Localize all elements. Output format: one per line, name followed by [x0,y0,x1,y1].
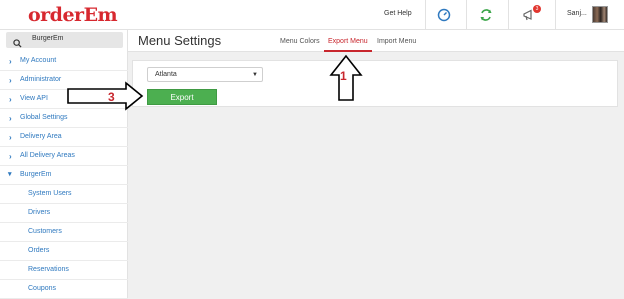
chevron-down-icon: ▼ [252,72,258,78]
search-icon [13,35,22,53]
sidebar-subitem-label: Reservations [28,266,69,273]
sidebar-item-label: Global Settings [20,114,68,121]
sidebar-item-label: View API [20,95,48,102]
sidebar-item-my-account[interactable]: › My Account [0,52,128,71]
avatar[interactable] [592,6,608,23]
header-divider [425,0,426,30]
sidebar-item-global-settings[interactable]: › Global Settings [0,109,128,128]
active-tab-indicator [324,50,372,52]
sidebar-item-view-api[interactable]: › View API [0,90,128,109]
sidebar-subitem-label: Customers [28,228,62,235]
export-button[interactable]: Export [147,89,217,105]
tab-export-menu[interactable]: Export Menu [328,38,368,45]
header-divider [555,0,556,30]
sidebar: BurgerEm › My Account › Administrator › … [0,30,128,299]
header-divider [508,0,509,30]
main-content: Menu Settings Menu Colors Export Menu Im… [128,30,624,299]
top-header: orderEm Get Help 3 Sanj... [0,0,624,30]
chevron-down-icon: ▾ [8,171,12,178]
sidebar-subitem-label: Coupons [28,285,57,292]
refresh-icon[interactable] [478,7,494,23]
page-title: Menu Settings [138,33,222,48]
sidebar-item-delivery-area[interactable]: › Delivery Area [0,128,128,147]
sidebar-subitem-coupons[interactable]: Coupons [0,280,128,299]
search-value: BurgerEm [32,35,64,42]
user-name[interactable]: Sanj... [567,10,587,17]
sidebar-search-input[interactable]: BurgerEm [6,32,123,48]
location-select-value: Atlanta [155,71,177,78]
chevron-right-icon: › [9,76,12,85]
sidebar-subitem-label: System Users [28,190,72,197]
sidebar-subitem-system-users[interactable]: System Users [0,185,128,204]
sidebar-item-label: My Account [20,57,57,64]
chevron-right-icon: › [9,57,12,66]
app-logo[interactable]: orderEm [28,4,118,26]
location-select[interactable]: Atlanta ▼ [147,67,263,82]
get-help-link[interactable]: Get Help [384,10,412,17]
tab-import-menu[interactable]: Import Menu [377,38,416,45]
sidebar-subitem-label: Drivers [28,209,51,216]
tab-menu-colors[interactable]: Menu Colors [280,38,320,45]
sidebar-item-label: All Delivery Areas [20,152,75,159]
notification-badge: 3 [533,5,541,13]
chevron-right-icon: › [9,133,12,142]
sidebar-item-label: Delivery Area [20,133,62,140]
chevron-right-icon: › [9,152,12,161]
export-panel: Atlanta ▼ Export [132,60,618,107]
sidebar-subitem-drivers[interactable]: Drivers [0,204,128,223]
sidebar-item-label: BurgerEm [20,171,52,178]
sidebar-item-administrator[interactable]: › Administrator [0,71,128,90]
chevron-right-icon: › [9,114,12,123]
chevron-right-icon: › [9,95,12,104]
header-divider [466,0,467,30]
sidebar-item-burgerem[interactable]: ▾ BurgerEm [0,166,128,185]
speedometer-icon[interactable] [436,7,452,23]
sidebar-item-label: Administrator [20,76,62,83]
sidebar-subitem-reservations[interactable]: Reservations [0,261,128,280]
sidebar-subitem-customers[interactable]: Customers [0,223,128,242]
sidebar-subitem-label: Orders [28,247,50,254]
page-header: Menu Settings Menu Colors Export Menu Im… [128,30,624,52]
sidebar-item-all-delivery-areas[interactable]: › All Delivery Areas [0,147,128,166]
sidebar-subitem-orders[interactable]: Orders [0,242,128,261]
